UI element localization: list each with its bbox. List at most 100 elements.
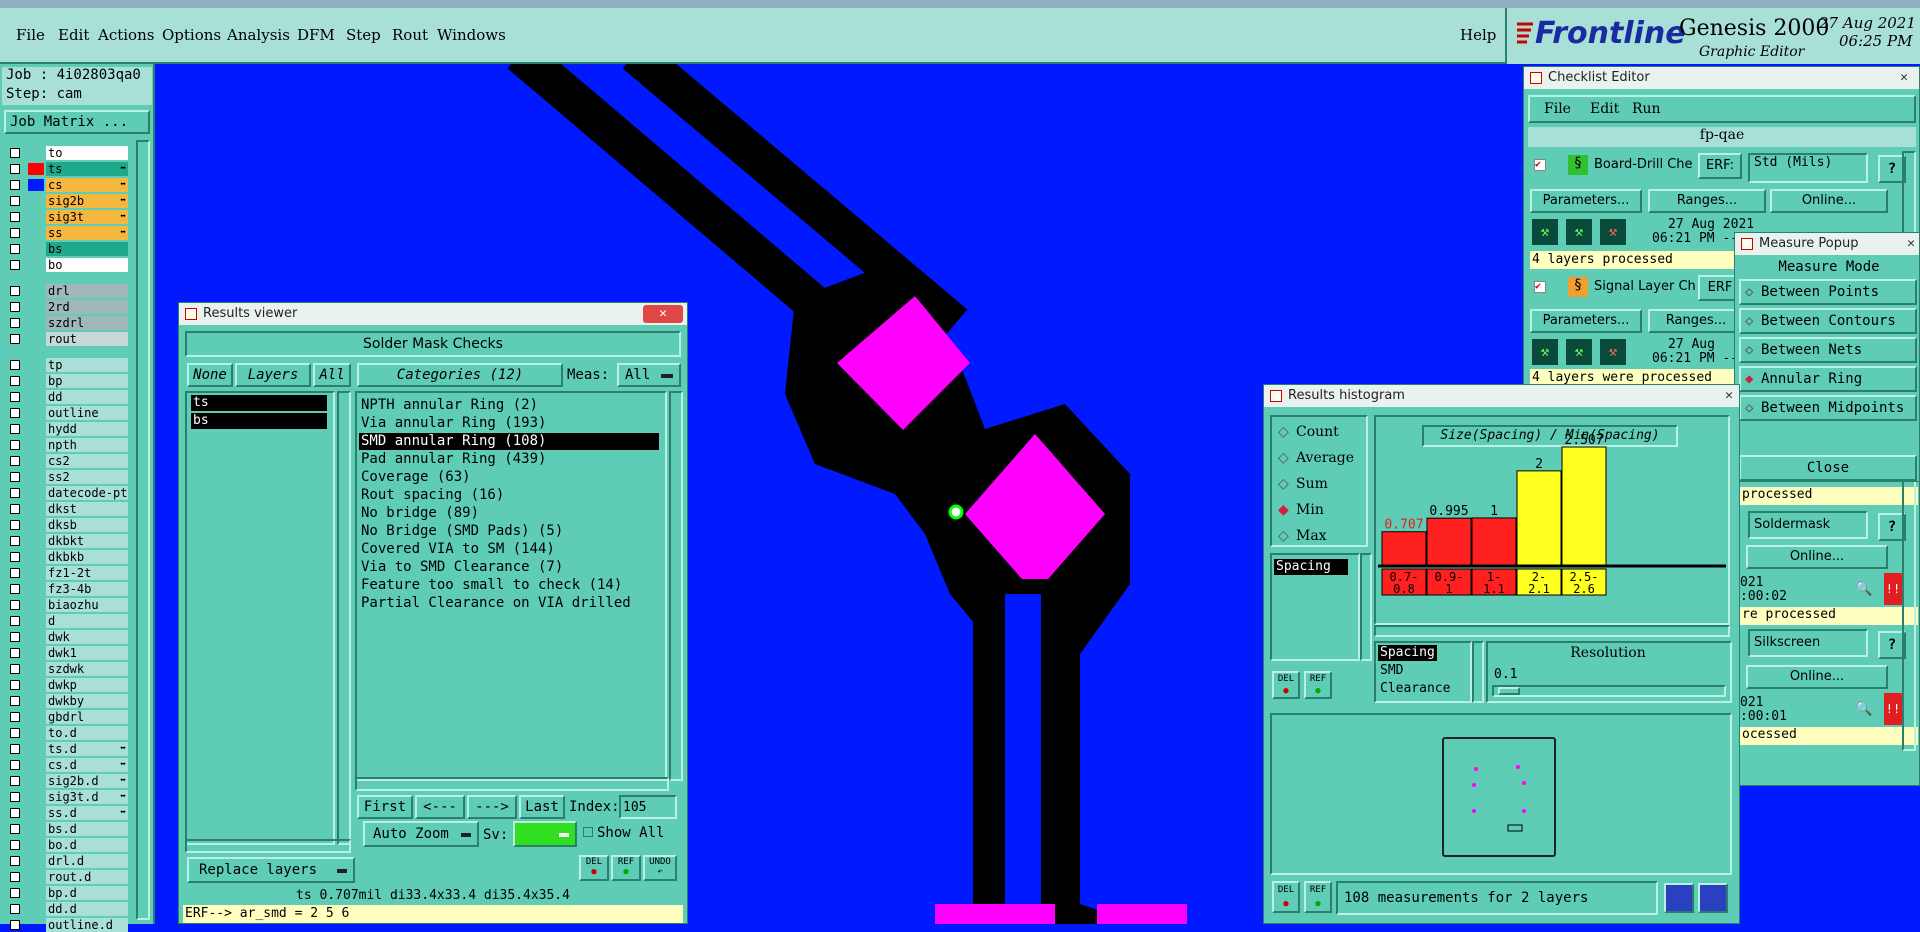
category-item[interactable]: Covered VIA to SM (144): [359, 541, 659, 558]
layer-checkbox[interactable]: [10, 536, 20, 546]
measure-close-button[interactable]: Close: [1739, 455, 1917, 481]
layer-name[interactable]: sig2b.d ⬌: [46, 774, 128, 788]
measure-popup-titlebar[interactable]: Measure Popup: [1735, 233, 1919, 255]
category-item[interactable]: Partial Clearance on VIA drilled: [359, 595, 659, 612]
category-list-vscroll[interactable]: [669, 391, 683, 781]
hist-ref-button[interactable]: REF ●: [1304, 671, 1332, 699]
layer-checkbox[interactable]: [10, 760, 20, 770]
layer-row-bo.d[interactable]: bo.d: [6, 838, 128, 852]
layer-row-dwkp[interactable]: dwkp: [6, 678, 128, 692]
layer-row-sig2b.d[interactable]: sig2b.d ⬌: [6, 774, 128, 788]
layer-name[interactable]: d: [46, 614, 128, 628]
resolution-slider-thumb[interactable]: [1498, 687, 1520, 695]
none-button[interactable]: None: [187, 363, 233, 387]
stat-option[interactable]: ◇ Count: [1276, 421, 1364, 443]
resolution-slider[interactable]: [1492, 685, 1726, 697]
layer-checkbox[interactable]: [10, 872, 20, 882]
layer-row-dksb[interactable]: dksb: [6, 518, 128, 532]
results-viewer-titlebar[interactable]: Results viewer: [179, 303, 687, 325]
category-item[interactable]: No Bridge (SMD Pads) (5): [359, 523, 659, 540]
layer-checkbox[interactable]: [10, 632, 20, 642]
preview-ref-button[interactable]: REF ●: [1304, 881, 1332, 913]
layer-name[interactable]: bp.d: [46, 886, 128, 900]
layer-name[interactable]: dd: [46, 390, 128, 404]
layer-name[interactable]: sig3t.d ⬌: [46, 790, 128, 804]
menu-file[interactable]: File: [16, 26, 45, 44]
pad-bottom-2[interactable]: [1097, 904, 1187, 924]
layer-row-outline[interactable]: outline: [6, 406, 128, 420]
category-item[interactable]: Feature too small to check (14): [359, 577, 659, 594]
layer-name[interactable]: to.d: [46, 726, 128, 740]
layer-name[interactable]: ss.d ⬌: [46, 806, 128, 820]
layer-name[interactable]: fz3-4b: [46, 582, 128, 596]
hist-del-button[interactable]: DEL ●: [1272, 671, 1300, 699]
layer-checkbox[interactable]: [10, 164, 20, 174]
category-item[interactable]: Via to SMD Clearance (7): [359, 559, 659, 576]
layer-checkbox[interactable]: [10, 196, 20, 206]
close-icon[interactable]: ✕: [1901, 235, 1920, 253]
layer-name[interactable]: cs.d ⬌: [46, 758, 128, 772]
layer-checkbox[interactable]: [10, 856, 20, 866]
checklist-menu-file[interactable]: File: [1544, 101, 1571, 117]
measure-option[interactable]: ◇ Between Contours: [1739, 308, 1917, 334]
erf-value-field[interactable]: Std (Mils): [1748, 153, 1868, 183]
rv-layer-item[interactable]: bs: [191, 413, 327, 429]
menu-actions[interactable]: Actions: [98, 26, 154, 44]
menu-rout[interactable]: Rout: [392, 26, 428, 44]
layer-checkbox[interactable]: [10, 334, 20, 344]
run-icon[interactable]: ⚒: [1532, 219, 1558, 245]
erf-button[interactable]: ERF:: [1698, 153, 1742, 179]
layer-name[interactable]: dkbkb: [46, 550, 128, 564]
layer-row-to[interactable]: to: [6, 146, 128, 160]
field-item[interactable]: Clearance: [1378, 681, 1452, 697]
layer-checkbox[interactable]: [10, 302, 20, 312]
next-button[interactable]: --->: [467, 795, 517, 819]
layer-row-gbdrl[interactable]: gbdrl: [6, 710, 128, 724]
layer-name[interactable]: drl: [46, 284, 128, 298]
close-icon[interactable]: ✕: [1893, 69, 1915, 87]
item2-ranges-button[interactable]: Ranges...: [1648, 309, 1744, 333]
menu-analysis[interactable]: Analysis: [227, 26, 290, 44]
item1-parameters-button[interactable]: Parameters...: [1530, 189, 1642, 213]
item1-ranges-button[interactable]: Ranges...: [1648, 189, 1766, 213]
layer-row-bs.d[interactable]: bs.d: [6, 822, 128, 836]
layer-row-szdrl[interactable]: szdrl: [6, 316, 128, 330]
layer-checkbox[interactable]: [10, 584, 20, 594]
layer-row-dwk1[interactable]: dwk1: [6, 646, 128, 660]
layer-name[interactable]: cs2: [46, 454, 128, 468]
layer-name[interactable]: bs.d: [46, 822, 128, 836]
layer-name[interactable]: rout.d: [46, 870, 128, 884]
silkscreen-erf-field[interactable]: Silkscreen: [1748, 629, 1868, 657]
item1-online-button[interactable]: Online...: [1770, 189, 1888, 213]
categories-button[interactable]: Categories (12): [357, 363, 563, 387]
layer-row-szdwk[interactable]: szdwk: [6, 662, 128, 676]
layer-checkbox[interactable]: [10, 472, 20, 482]
layer-name[interactable]: npth: [46, 438, 128, 452]
layer-name[interactable]: tp: [46, 358, 128, 372]
spacing-list-item[interactable]: Spacing: [1274, 559, 1348, 575]
layer-name[interactable]: ts ⬌: [46, 162, 128, 176]
zoom-icon[interactable]: 🔍: [1850, 695, 1878, 723]
layer-name[interactable]: dd.d: [46, 902, 128, 916]
zoom-icon[interactable]: 🔍: [1850, 575, 1878, 603]
layer-row-sig3t.d[interactable]: sig3t.d ⬌: [6, 790, 128, 804]
preview-del-button[interactable]: DEL ●: [1272, 881, 1300, 913]
category-item[interactable]: NPTH annular Ring (2): [359, 397, 659, 414]
layers-button[interactable]: Layers: [235, 363, 311, 387]
layer-row-ss.d[interactable]: ss.d ⬌: [6, 806, 128, 820]
layer-row-ss2[interactable]: ss2: [6, 470, 128, 484]
layer-checkbox[interactable]: [10, 488, 20, 498]
layer-row-outline.d[interactable]: outline.d: [6, 918, 128, 932]
histogram-hscroll[interactable]: [1374, 625, 1730, 637]
layer-checkbox[interactable]: [10, 808, 20, 818]
layer-list-vscroll[interactable]: [337, 391, 351, 845]
layer-name[interactable]: rout: [46, 332, 128, 346]
layer-name[interactable]: bo: [46, 258, 128, 272]
layer-row-bo[interactable]: bo: [6, 258, 128, 272]
layer-row-cs2[interactable]: cs2: [6, 454, 128, 468]
layer-row-dwk[interactable]: dwk: [6, 630, 128, 644]
layer-row-ss[interactable]: ss ⬌: [6, 226, 128, 240]
layer-checkbox[interactable]: [10, 840, 20, 850]
menu-step[interactable]: Step: [346, 26, 381, 44]
stat-option[interactable]: ◇ Sum: [1276, 473, 1364, 495]
